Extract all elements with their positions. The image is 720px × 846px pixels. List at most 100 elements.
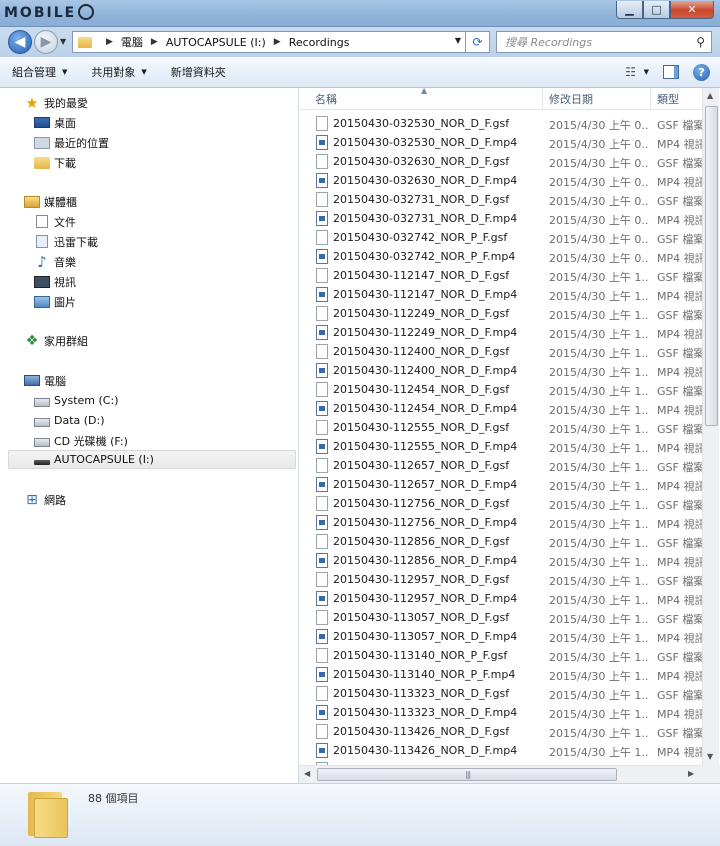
picture-icon <box>34 295 50 308</box>
recent-pages-dropdown-icon[interactable]: ▼ <box>60 37 66 46</box>
file-row[interactable]: 20150430-112856_NOR_D_F.mp4 2015/4/30 上午 … <box>299 551 702 570</box>
file-row[interactable]: 20150430-112454_NOR_D_F.mp4 2015/4/30 上午 … <box>299 399 702 418</box>
file-type: GSF 檔案 <box>657 727 702 740</box>
file-row[interactable]: 20150430-112147_NOR_D_F.gsf 2015/4/30 上午 … <box>299 266 702 285</box>
nav-drive-d[interactable]: Data (D:) <box>34 411 105 430</box>
scroll-down-icon[interactable]: ▼ <box>707 752 713 761</box>
file-row[interactable]: 20150430-032742_NOR_P_F.mp4 2015/4/30 上午 … <box>299 247 702 266</box>
search-box[interactable]: ⚲ <box>496 31 712 53</box>
file-row[interactable]: 20150430-032530_NOR_D_F.mp4 2015/4/30 上午 … <box>299 133 702 152</box>
folder-icon <box>78 36 92 48</box>
address-bar[interactable]: ▶ 電腦 ▶ AUTOCAPSULE (I:) ▶ Recordings ▼ <box>72 31 466 53</box>
download-library-icon <box>36 235 48 248</box>
nav-music[interactable]: ♪ 音樂 <box>34 252 76 271</box>
file-row[interactable]: 20150430-032731_NOR_D_F.gsf 2015/4/30 上午 … <box>299 190 702 209</box>
file-row[interactable]: 20150430-113057_NOR_D_F.gsf 2015/4/30 上午 … <box>299 608 702 627</box>
file-row[interactable]: 20150430-112147_NOR_D_F.mp4 2015/4/30 上午 … <box>299 285 702 304</box>
file-row[interactable]: 20150430-113426_NOR_D_F.mp4 2015/4/30 上午 … <box>299 741 702 760</box>
nav-recent-places[interactable]: 最近的位置 <box>34 133 109 152</box>
column-header-date[interactable]: 修改日期 <box>549 91 593 107</box>
file-row[interactable]: 20150430-113426_NOR_D_F.gsf 2015/4/30 上午 … <box>299 722 702 741</box>
nav-libraries[interactable]: 媒體櫃 <box>24 192 77 211</box>
horizontal-scroll-thumb[interactable]: ||| <box>317 768 617 781</box>
video-file-icon <box>316 135 328 150</box>
file-row[interactable]: 20150430-113140_NOR_P_F.mp4 2015/4/30 上午 … <box>299 665 702 684</box>
back-arrow-icon[interactable]: ◀ <box>8 30 32 54</box>
nav-documents[interactable]: 文件 <box>34 212 76 231</box>
search-input[interactable] <box>503 34 683 50</box>
file-row[interactable]: 20150430-112957_NOR_D_F.mp4 2015/4/30 上午 … <box>299 589 702 608</box>
file-row[interactable]: 20150430-032630_NOR_D_F.mp4 2015/4/30 上午 … <box>299 171 702 190</box>
file-row[interactable]: 20150430-112555_NOR_D_F.mp4 2015/4/30 上午 … <box>299 437 702 456</box>
column-divider[interactable] <box>650 88 651 110</box>
vertical-scroll-thumb[interactable] <box>705 106 718 426</box>
file-row[interactable]: 20150430-112957_NOR_D_F.gsf 2015/4/30 上午 … <box>299 570 702 589</box>
scroll-right-icon[interactable]: ▶ <box>688 769 694 778</box>
forward-arrow-icon[interactable]: ▶ <box>34 30 58 54</box>
nav-drive-c[interactable]: System (C:) <box>34 391 119 410</box>
nav-computer[interactable]: 電腦 <box>24 371 66 390</box>
file-row[interactable]: 20150430-112400_NOR_D_F.mp4 2015/4/30 上午 … <box>299 361 702 380</box>
scroll-left-icon[interactable]: ◀ <box>304 769 310 778</box>
search-icon[interactable]: ⚲ <box>696 35 705 49</box>
file-row[interactable]: 20150430-112249_NOR_D_F.mp4 2015/4/30 上午 … <box>299 323 702 342</box>
file-row[interactable]: 20150430-032630_NOR_D_F.gsf 2015/4/30 上午 … <box>299 152 702 171</box>
nav-favorites[interactable]: ★ 我的最愛 <box>24 93 88 112</box>
file-row[interactable]: 20150430-032731_NOR_D_F.mp4 2015/4/30 上午 … <box>299 209 702 228</box>
video-file-icon <box>316 553 328 568</box>
file-row[interactable]: 20150430-112454_NOR_D_F.gsf 2015/4/30 上午 … <box>299 380 702 399</box>
nav-videos[interactable]: 視訊 <box>34 272 76 291</box>
file-row[interactable]: 20150430-112756_NOR_D_F.mp4 2015/4/30 上午 … <box>299 513 702 532</box>
address-dropdown-icon[interactable]: ▼ <box>455 36 461 45</box>
nav-desktop[interactable]: 桌面 <box>34 113 76 132</box>
nav-network[interactable]: ⊞ 網路 <box>24 490 66 509</box>
chevron-right-icon[interactable]: ▶ <box>106 37 113 47</box>
minimize-button[interactable]: ▁ <box>616 1 643 19</box>
nav-homegroup[interactable]: ❖ 家用群組 <box>24 331 88 350</box>
vertical-scrollbar[interactable]: ▲ ▼ <box>702 88 719 765</box>
file-row[interactable]: 20150430-113057_NOR_D_F.mp4 2015/4/30 上午 … <box>299 627 702 646</box>
nav-drive-i[interactable]: AUTOCAPSULE (I:) <box>8 450 296 469</box>
file-row[interactable]: 20150430-112400_NOR_D_F.gsf 2015/4/30 上午 … <box>299 342 702 361</box>
new-folder-button[interactable]: 新增資料夾 <box>159 57 238 87</box>
refresh-icon[interactable]: ⟳ <box>466 31 490 53</box>
file-row[interactable]: 20150430-112249_NOR_D_F.gsf 2015/4/30 上午 … <box>299 304 702 323</box>
chevron-right-icon[interactable]: ▶ <box>151 37 158 47</box>
preview-pane-icon[interactable] <box>663 65 679 79</box>
maximize-button[interactable]: □ <box>643 1 670 19</box>
file-row[interactable]: 20150430-112657_NOR_D_F.gsf 2015/4/30 上午 … <box>299 456 702 475</box>
chevron-right-icon[interactable]: ▶ <box>274 37 281 47</box>
help-icon[interactable]: ? <box>693 63 710 81</box>
file-date: 2015/4/30 上午 1... <box>549 670 649 683</box>
file-row[interactable]: 20150430-112756_NOR_D_F.gsf 2015/4/30 上午 … <box>299 494 702 513</box>
horizontal-scrollbar[interactable]: ◀ ||| ▶ <box>299 765 702 783</box>
column-divider[interactable] <box>542 88 543 110</box>
organize-button[interactable]: 組合管理 ▼ <box>0 57 79 87</box>
file-row[interactable]: 20150430-112856_NOR_D_F.gsf 2015/4/30 上午 … <box>299 532 702 551</box>
file-row[interactable]: 20150430-113323_NOR_D_F.gsf 2015/4/30 上午 … <box>299 684 702 703</box>
file-icon <box>316 572 328 587</box>
nav-label: Data (D:) <box>54 414 105 427</box>
breadcrumb-computer[interactable]: 電腦 <box>121 34 143 50</box>
nav-drive-f[interactable]: CD 光碟機 (F:) <box>34 431 128 450</box>
file-row[interactable]: 20150430-112657_NOR_D_F.mp4 2015/4/30 上午 … <box>299 475 702 494</box>
scroll-up-icon[interactable]: ▲ <box>707 91 713 100</box>
file-type: GSF 檔案 <box>657 537 702 550</box>
column-header-name[interactable]: 名稱 <box>315 91 337 107</box>
views-icon[interactable]: ☷ <box>620 62 642 82</box>
nav-xunlei-downloads[interactable]: 迅雷下載 <box>34 232 98 251</box>
nav-pictures[interactable]: 圖片 <box>34 292 76 311</box>
breadcrumb-drive[interactable]: AUTOCAPSULE (I:) <box>166 36 266 49</box>
column-header-type[interactable]: 類型 <box>657 91 679 107</box>
file-row[interactable]: 20150430-113140_NOR_P_F.gsf 2015/4/30 上午 … <box>299 646 702 665</box>
file-row[interactable]: 20150430-032530_NOR_D_F.gsf 2015/4/30 上午 … <box>299 114 702 133</box>
close-button[interactable]: ✕ <box>670 1 714 19</box>
file-row[interactable]: 20150430-113323_NOR_D_F.mp4 2015/4/30 上午 … <box>299 703 702 722</box>
file-row[interactable]: 20150430-112555_NOR_D_F.gsf 2015/4/30 上午 … <box>299 418 702 437</box>
file-row[interactable]: 20150430-032742_NOR_P_F.gsf 2015/4/30 上午 … <box>299 228 702 247</box>
nav-downloads[interactable]: 下載 <box>34 153 76 172</box>
views-dropdown-icon[interactable]: ▼ <box>644 68 649 76</box>
share-with-button[interactable]: 共用對象 ▼ <box>79 57 158 87</box>
breadcrumb-folder[interactable]: Recordings <box>289 36 350 49</box>
scrollbar-corner <box>702 765 720 783</box>
